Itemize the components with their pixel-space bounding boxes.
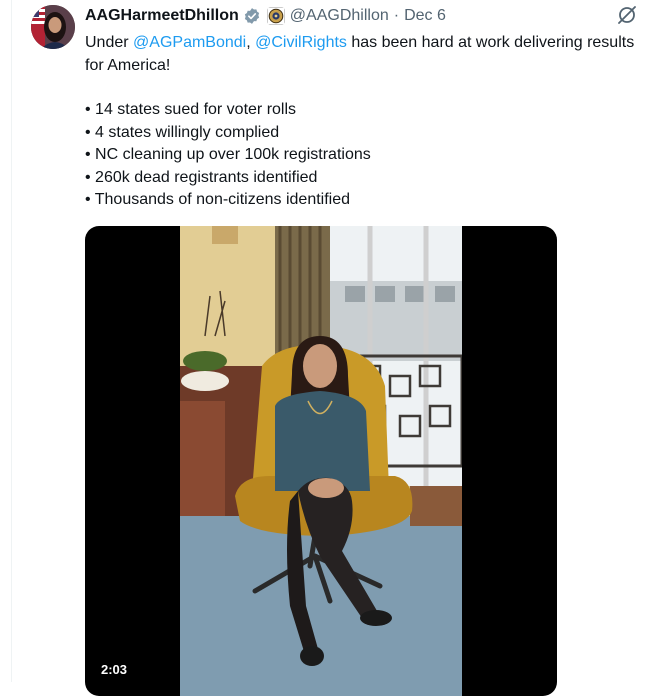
- mention-civilrights[interactable]: @CivilRights: [255, 34, 347, 51]
- bullet-item: • 4 states willingly complied: [85, 123, 280, 141]
- tweet-header: AAGHarmeetDhillon @AAGDhillon · Dec 6: [85, 5, 446, 27]
- separator-dot: ·: [393, 7, 400, 24]
- bullet-item: • NC cleaning up over 100k registrations: [85, 146, 371, 163]
- tweet-intro: Under @AGPamBondi, @CivilRights has been…: [85, 32, 645, 77]
- verified-badge-icon[interactable]: [243, 7, 261, 25]
- video-frame[interactable]: [180, 226, 462, 696]
- bullet-item: • 14 states sued for voter rolls: [85, 101, 297, 118]
- bullet-item: • 260k dead registrants identified: [85, 168, 318, 186]
- tweet-date[interactable]: Dec 6: [404, 7, 446, 25]
- bullet-item: • Thousands of non-citizens identified: [85, 191, 351, 208]
- doj-seal-icon[interactable]: [266, 7, 285, 25]
- text-middle: ,: [246, 34, 256, 51]
- video-player[interactable]: 2:03: [85, 226, 557, 696]
- user-handle[interactable]: @AAGDhillon: [290, 7, 389, 25]
- display-name[interactable]: AAGHarmeetDhillon: [85, 7, 239, 25]
- video-duration: 2:03: [101, 662, 128, 677]
- avatar-photo: [31, 5, 75, 49]
- timeline-divider: [11, 0, 12, 682]
- avatar[interactable]: [31, 5, 75, 49]
- bullet-list: • 14 states sued for voter rolls • 4 sta…: [85, 99, 645, 212]
- tweet-text: Under @AGPamBondi, @CivilRights has been…: [85, 32, 645, 212]
- mention-agpambondi[interactable]: @AGPamBondi: [133, 34, 246, 51]
- grok-icon[interactable]: [616, 4, 638, 26]
- video-thumbnail: [180, 226, 462, 696]
- text-prefix: Under: [85, 34, 134, 51]
